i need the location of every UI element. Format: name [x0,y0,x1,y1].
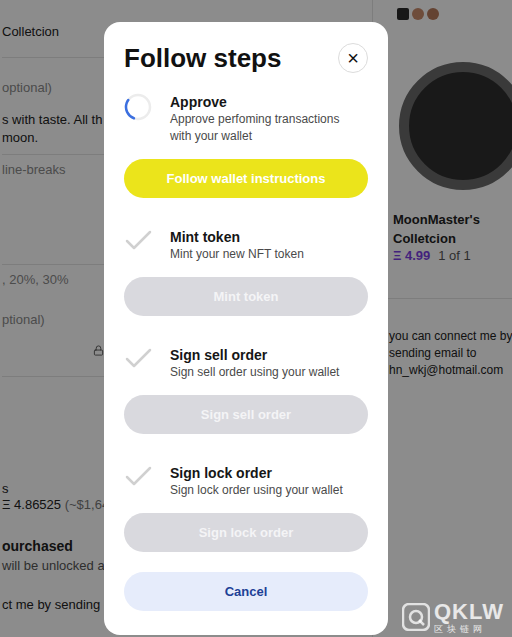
step-text: Sign sell orderSign sell order using you… [170,346,339,381]
close-button[interactable]: × [338,43,368,73]
watermark-logo-icon [402,603,430,631]
watermark: QKLW区块链网 [402,600,504,635]
step-description: Mint your new NFT token [170,246,304,263]
step-title: Sign lock order [170,464,343,482]
step-header: Sign sell orderSign sell order using you… [124,346,368,381]
step-button[interactable]: Follow wallet instructions [124,159,368,198]
cancel-button[interactable]: Cancel [124,572,368,611]
step-description: Sign sell order using your wallet [170,364,339,381]
step: Sign sell orderSign sell order using you… [124,346,368,434]
watermark-caption: 区块链网 [434,624,504,635]
check-icon [124,344,152,372]
step-header: Mint tokenMint your new NFT token [124,228,368,263]
page: Colletcionoptional)s with taste. All thm… [0,0,512,637]
dialog-title: Follow steps [124,42,281,74]
step-header: Sign lock orderSign lock order using you… [124,464,368,499]
check-icon [124,462,152,490]
dialog-header: Follow steps × [124,42,368,74]
step: ApproveApprove perfoming transactionswit… [124,93,368,198]
spinner-icon [124,93,152,121]
watermark-logo: QKLW [434,600,504,624]
step-text: ApproveApprove perfoming transactionswit… [170,93,339,145]
follow-steps-dialog: Follow steps × ApproveApprove perfoming tr… [104,22,388,635]
step-title: Sign sell order [170,346,339,364]
step: Mint tokenMint your new NFT tokenMint to… [124,228,368,316]
step-description: Sign lock order using your wallet [170,482,343,499]
check-icon [124,226,152,254]
step-button[interactable]: Mint token [124,277,368,316]
step-text: Mint tokenMint your new NFT token [170,228,304,263]
step-title: Mint token [170,228,304,246]
step-header: ApproveApprove perfoming transactionswit… [124,93,368,145]
step-description: Approve perfoming transactions [170,111,339,128]
step-title: Approve [170,93,339,111]
step-description: with your wallet [170,128,339,145]
step-button[interactable]: Sign sell order [124,395,368,434]
step: Sign lock orderSign lock order using you… [124,464,368,552]
step-button[interactable]: Sign lock order [124,513,368,552]
step-text: Sign lock orderSign lock order using you… [170,464,343,499]
